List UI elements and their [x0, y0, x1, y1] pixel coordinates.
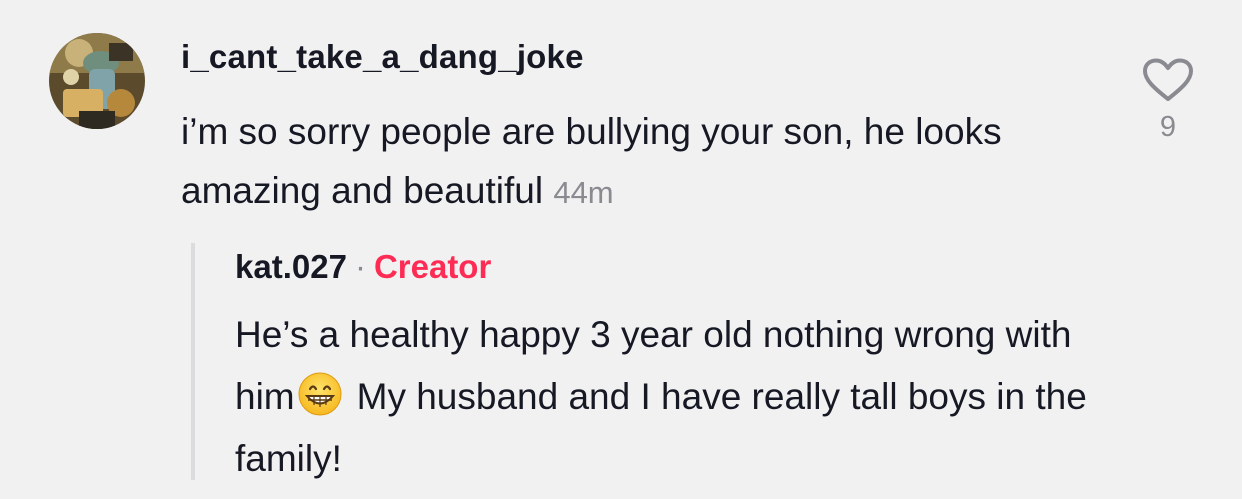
reply-body: He’s a healthy happy 3 year old nothing … — [235, 304, 1115, 490]
comment-username[interactable]: i_cant_take_a_dang_joke — [181, 38, 584, 76]
grinning-face-emoji-icon — [297, 371, 343, 417]
reply-indent-bar — [191, 243, 195, 480]
separator-dot: · — [354, 248, 366, 285]
creator-badge: Creator — [373, 248, 492, 285]
like-button[interactable]: 9 — [1138, 58, 1198, 144]
like-count: 9 — [1159, 111, 1177, 143]
comment-thread: i_cant_take_a_dang_joke i’m so sorry peo… — [0, 0, 1242, 499]
reply-username[interactable]: kat.027 — [235, 248, 347, 285]
reply-header: kat.027 · Creator — [235, 248, 491, 286]
comment-body: i’m so sorry people are bullying your so… — [181, 102, 1081, 222]
avatar-image — [49, 33, 145, 129]
reply-text-part2: My husband and I have really tall boys i… — [235, 376, 1087, 479]
user-avatar[interactable] — [49, 33, 145, 129]
comment-timestamp: 44m — [553, 175, 614, 210]
heart-outline-icon[interactable] — [1142, 58, 1194, 102]
